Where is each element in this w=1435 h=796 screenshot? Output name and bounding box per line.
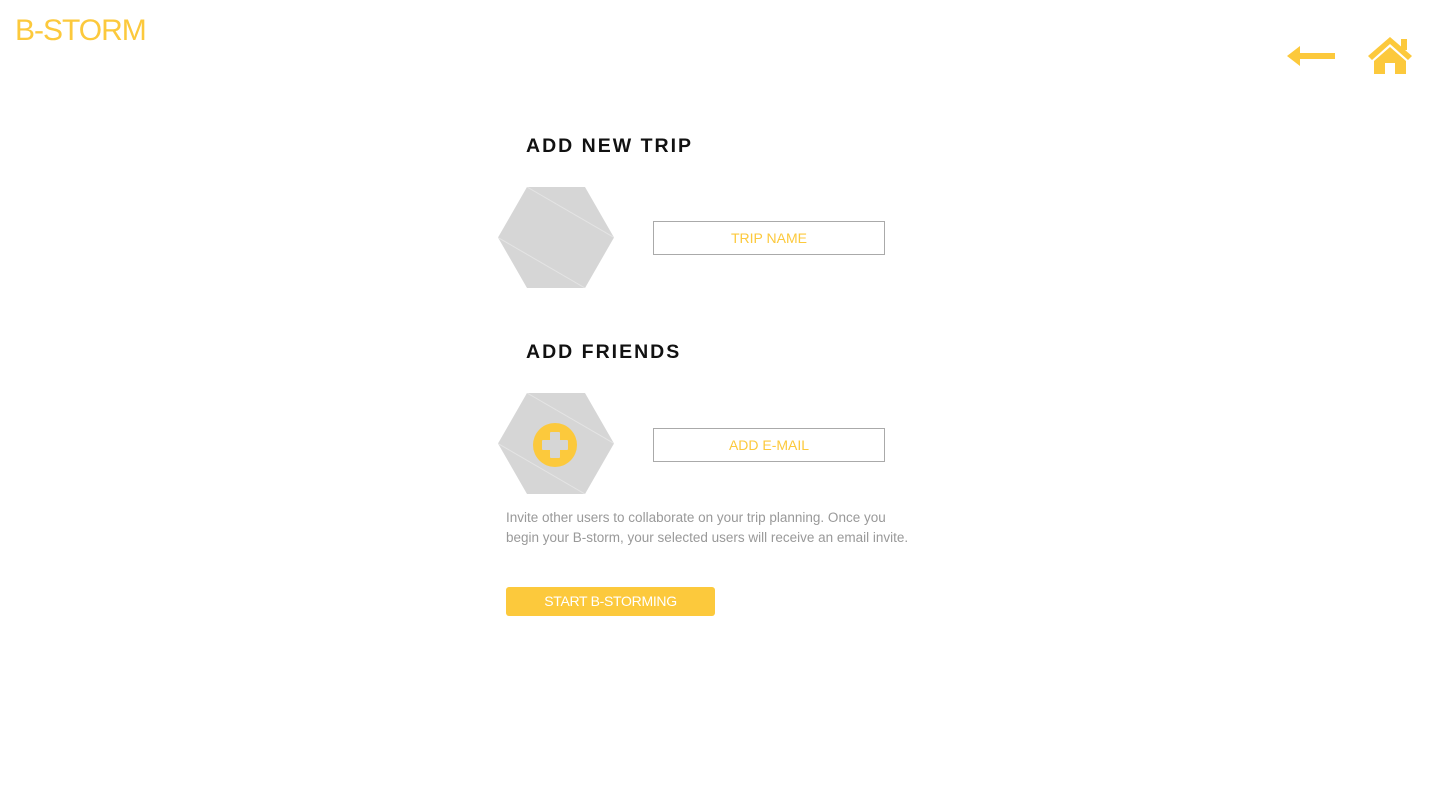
- start-b-storming-button[interactable]: START B-STORMING: [506, 587, 715, 616]
- plus-circle-icon: [533, 423, 577, 467]
- trip-name-input[interactable]: [653, 221, 885, 255]
- back-arrow-icon[interactable]: [1287, 44, 1337, 68]
- invite-help-text: Invite other users to collaborate on you…: [506, 510, 909, 545]
- home-icon[interactable]: [1367, 36, 1413, 76]
- add-friends-heading: ADD FRIENDS: [526, 341, 682, 363]
- add-friend-button[interactable]: [497, 392, 615, 495]
- add-new-trip-heading: ADD NEW TRIP: [526, 135, 693, 157]
- brand-logo: B-STORM: [15, 14, 147, 47]
- trip-image-placeholder[interactable]: [497, 186, 615, 289]
- email-input[interactable]: [653, 428, 885, 462]
